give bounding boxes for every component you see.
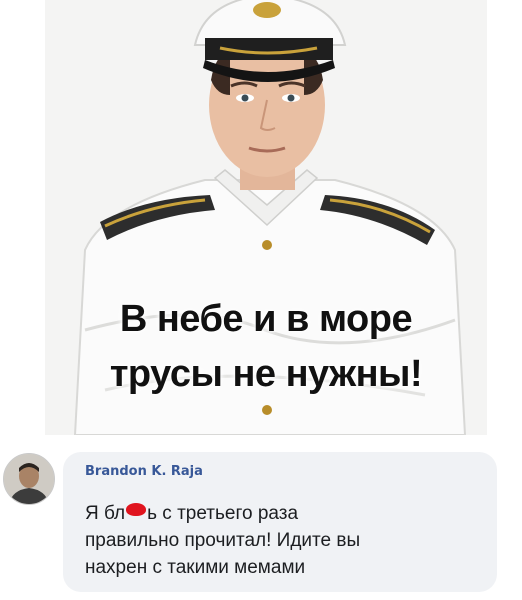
meme-caption-line-1: В небе и в море: [119, 298, 413, 340]
comment-line-1: Я бл ь с третьего раза: [85, 500, 485, 527]
meme-caption-line-2: трусы не нужны!: [109, 353, 423, 395]
comment-text: Я бл ь с третьего раза правильно прочитал…: [85, 500, 485, 581]
user-photo-icon: [4, 454, 54, 504]
meme-image[interactable]: В небе и в море трусы не нужны!: [45, 0, 487, 435]
censor-mark: [126, 503, 147, 516]
comment-bubble: Brandon K. Raja Я бл ь с третьего раза пр…: [63, 452, 497, 592]
comment-line-3: нахрен с такими мемами: [85, 557, 306, 578]
comment-line-1-end: ь с третьего раза: [147, 503, 299, 524]
comment-line-2: правильно прочитал! Идите вы: [85, 530, 361, 551]
comment-author-link[interactable]: Brandon K. Raja: [85, 464, 203, 479]
comment-line-1-start: Я бл: [85, 503, 126, 524]
avatar[interactable]: [3, 453, 55, 505]
